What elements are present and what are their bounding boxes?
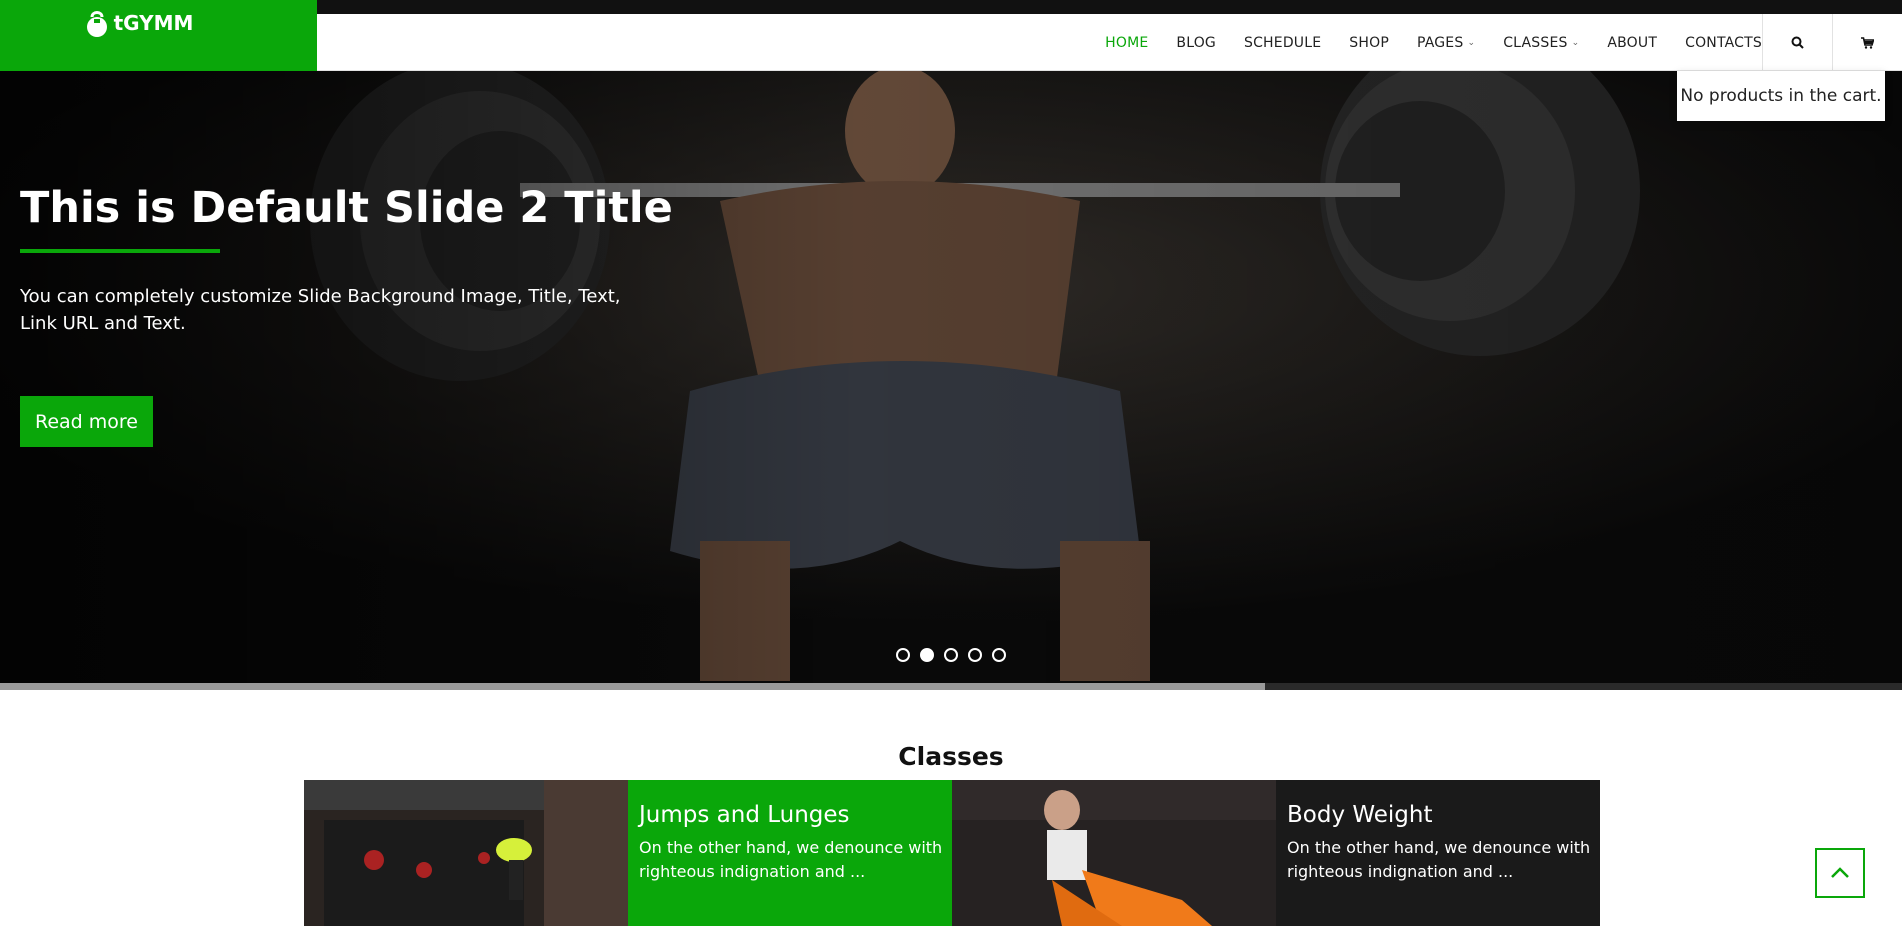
nav-shop[interactable]: SHOP [1349, 35, 1389, 51]
class-excerpt: On the other hand, we denounce with righ… [639, 838, 943, 881]
cart-empty-text: No products in the cart. [1680, 86, 1882, 106]
hero-background-image [0, 71, 1902, 684]
class-excerpt: On the other hand, we denounce with righ… [1287, 838, 1591, 881]
class-title: Jumps and Lunges [639, 802, 850, 828]
nav-blog-label: BLOG [1176, 34, 1216, 51]
jumps-photo [304, 780, 628, 926]
chevron-down-icon: ⌄ [1467, 37, 1476, 48]
slider-dot-5[interactable] [992, 648, 1006, 662]
nav-shop-label: SHOP [1349, 34, 1389, 51]
site-header: tGYMM HOME BLOG SCHEDULE SHOP PAGES ⌄ CLA… [0, 0, 1902, 84]
search-button[interactable] [1762, 14, 1832, 71]
nav-contacts[interactable]: CONTACTS [1685, 35, 1762, 51]
chevron-down-icon: ⌄ [1571, 37, 1580, 48]
slider-progress-fill [0, 683, 1265, 690]
classes-grid: Jumps and Lunges On the other hand, we d… [304, 780, 1600, 926]
nav-contacts-label: CONTACTS [1685, 34, 1762, 51]
class-card-jumps-and-lunges[interactable]: Jumps and Lunges On the other hand, we d… [628, 780, 952, 926]
slider-dot-2[interactable] [920, 648, 934, 662]
main-nav: HOME BLOG SCHEDULE SHOP PAGES ⌄ CLASSES ⌄ … [1105, 14, 1762, 71]
hero-title-underline [20, 249, 220, 253]
slider-dot-1[interactable] [896, 648, 910, 662]
nav-home[interactable]: HOME [1105, 35, 1148, 51]
cart-icon [1861, 36, 1874, 49]
class-title: Body Weight [1287, 802, 1433, 828]
slider-pagination [896, 648, 1006, 662]
class-image-body-weight[interactable] [952, 780, 1276, 926]
page: tGYMM HOME BLOG SCHEDULE SHOP PAGES ⌄ CLA… [0, 0, 1902, 926]
slider-dot-4[interactable] [968, 648, 982, 662]
hero-text: You can completely customize Slide Backg… [20, 286, 621, 334]
nav-about-label: ABOUT [1607, 34, 1658, 51]
back-to-top-button[interactable] [1815, 848, 1865, 898]
class-card-body-weight[interactable]: Body Weight On the other hand, we denoun… [1276, 780, 1600, 926]
nav-home-label: HOME [1105, 34, 1149, 51]
nav-blog[interactable]: BLOG [1176, 35, 1216, 51]
class-image-jumps[interactable] [304, 780, 628, 926]
cart-button[interactable] [1832, 14, 1902, 71]
slider-progress-bar [0, 683, 1902, 690]
search-icon [1791, 36, 1804, 49]
chevron-up-icon [1831, 867, 1849, 878]
nav-pages[interactable]: PAGES ⌄ [1417, 35, 1475, 51]
nav-classes-label: CLASSES [1503, 34, 1568, 51]
hero-title: This is Default Slide 2 Title [20, 183, 673, 233]
body-weight-photo [952, 780, 1276, 926]
nav-schedule[interactable]: SCHEDULE [1244, 35, 1321, 51]
logo-text: tGYMM [113, 11, 194, 35]
kettlebell-icon [86, 11, 107, 37]
nav-classes[interactable]: CLASSES ⌄ [1503, 35, 1579, 51]
classes-heading: Classes [898, 742, 1004, 771]
hero-slider: This is Default Slide 2 Title You can co… [0, 71, 1902, 684]
nav-pages-label: PAGES [1416, 34, 1464, 51]
slider-dot-3[interactable] [944, 648, 958, 662]
logo[interactable]: tGYMM [84, 8, 194, 38]
read-more-button[interactable]: Read more [20, 396, 153, 447]
nav-schedule-label: SCHEDULE [1243, 34, 1322, 51]
cart-dropdown: No products in the cart. [1677, 71, 1885, 121]
nav-about[interactable]: ABOUT [1607, 35, 1657, 51]
